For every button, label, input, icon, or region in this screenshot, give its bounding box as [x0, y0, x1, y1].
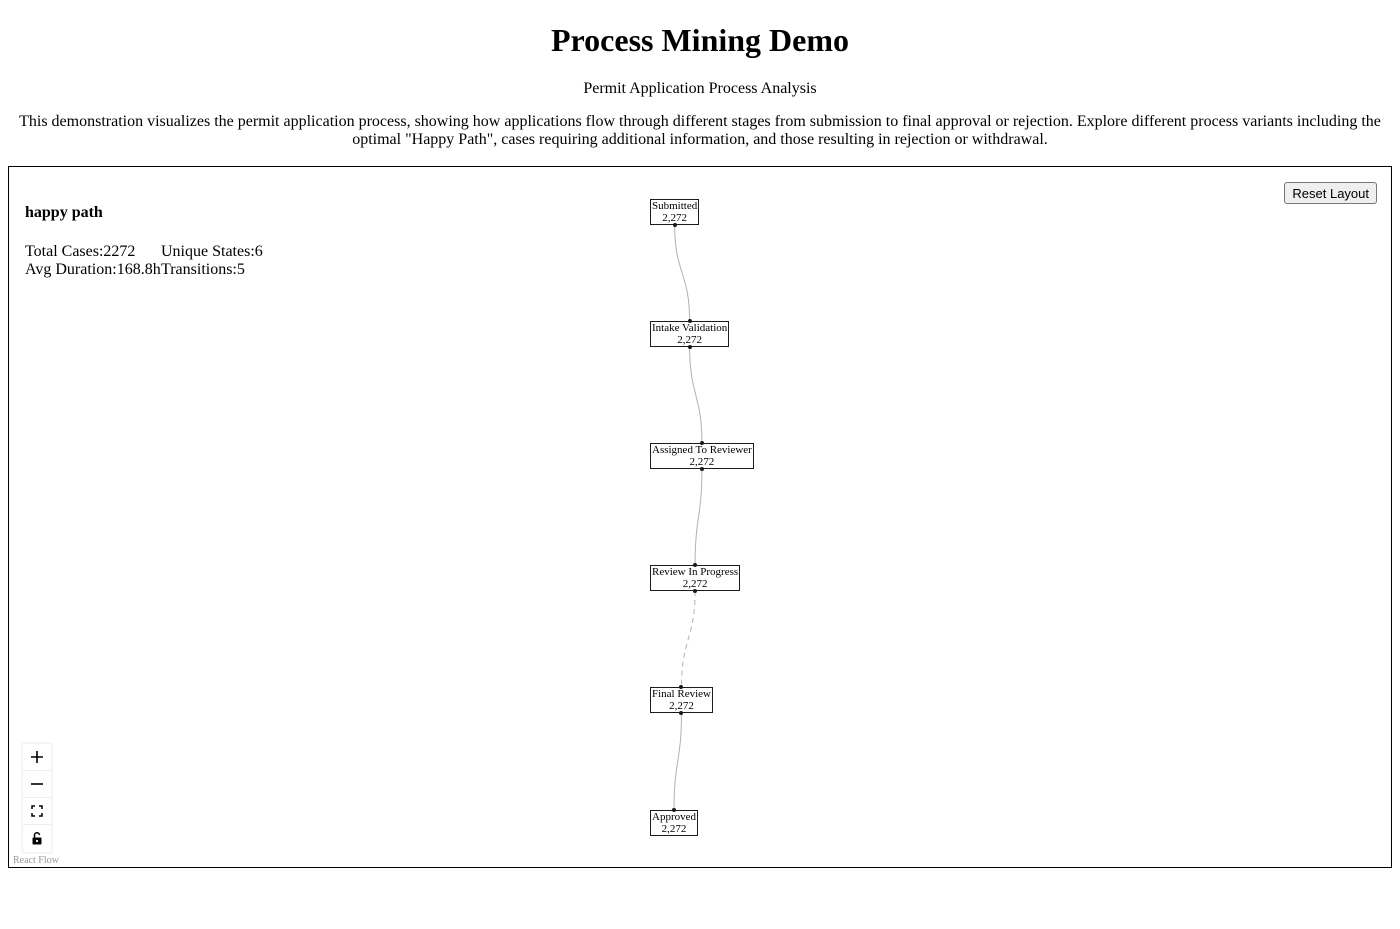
node-label: Intake Validation: [652, 322, 728, 334]
node-label: Submitted: [652, 200, 698, 212]
zoom-in-icon: [31, 751, 43, 763]
variant-title: happy path: [25, 204, 103, 221]
fit-view-icon: [31, 805, 43, 817]
page-title: Process Mining Demo: [550, 22, 850, 58]
variant-stats: Total Cases:2272 Unique States:6 Avg Dura…: [25, 243, 263, 279]
process-flow-canvas[interactable]: happy path Total Cases:2272 Unique States…: [8, 166, 1392, 868]
edge[interactable]: [694, 468, 703, 566]
node-submitted[interactable]: Submitted 2,272: [650, 199, 700, 225]
lock-button[interactable]: [23, 825, 51, 852]
react-flow-attribution[interactable]: React Flow: [13, 855, 59, 866]
avg-duration-label: Avg Duration:: [25, 261, 117, 278]
node-final-review[interactable]: Final Review 2,272: [650, 687, 713, 713]
target-handle[interactable]: [672, 808, 676, 812]
total-cases-label: Total Cases:: [25, 243, 104, 260]
source-handle[interactable]: [699, 467, 704, 471]
transitions-value: 5: [236, 261, 245, 278]
node-label: Final Review: [652, 688, 711, 700]
zoom-in-button[interactable]: [23, 744, 51, 771]
page-description: This demonstration visualizes the permit…: [19, 113, 1381, 148]
flow-controls: [23, 744, 51, 852]
node-label: Review In Progress: [652, 566, 739, 578]
edge[interactable]: [689, 346, 703, 444]
zoom-out-icon: [31, 783, 43, 785]
source-handle[interactable]: [672, 223, 677, 227]
node-label: Approved: [652, 811, 696, 823]
edge[interactable]: [680, 590, 696, 688]
node-assigned-to-reviewer[interactable]: Assigned To Reviewer 2,272: [650, 443, 754, 469]
fit-view-button[interactable]: [23, 798, 51, 825]
avg-duration-value: 168.8h: [116, 261, 161, 278]
node-label: Assigned To Reviewer: [652, 444, 752, 456]
node-review-in-progress[interactable]: Review In Progress 2,272: [650, 565, 741, 591]
node-intake-validation[interactable]: Intake Validation 2,272: [650, 321, 730, 347]
transitions-label: Transitions:: [161, 261, 237, 278]
unique-states-label: Unique States:: [161, 243, 255, 260]
unique-states-value: 6: [254, 243, 263, 260]
source-handle[interactable]: [687, 345, 692, 349]
node-count: 2,272: [661, 823, 687, 835]
lock-icon: [32, 832, 42, 845]
edge[interactable]: [673, 712, 682, 811]
target-handle[interactable]: [687, 319, 692, 323]
page-subtitle: Permit Application Process Analysis: [583, 80, 817, 97]
node-approved[interactable]: Approved 2,272: [650, 810, 698, 836]
target-handle[interactable]: [699, 441, 704, 445]
total-cases-value: 2272: [103, 243, 136, 260]
edge[interactable]: [674, 224, 691, 322]
zoom-out-button[interactable]: [23, 771, 51, 798]
reset-layout-button[interactable]: Reset Layout: [1284, 182, 1377, 204]
